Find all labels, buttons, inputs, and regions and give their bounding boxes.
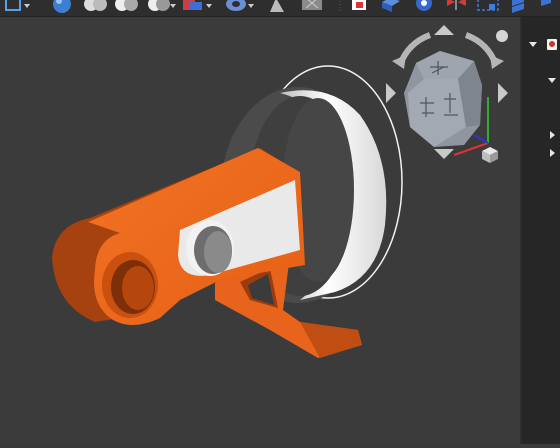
- section-icon[interactable]: [477, 0, 499, 11]
- tree-row-item[interactable]: [522, 145, 560, 161]
- torus-icon[interactable]: [226, 0, 254, 11]
- 3d-viewport[interactable]: [0, 17, 520, 444]
- boolean-cut-icon[interactable]: [115, 0, 138, 11]
- navigation-cube[interactable]: [378, 23, 518, 163]
- clipboard-icon[interactable]: [352, 0, 366, 10]
- nav-arrow-right-icon[interactable]: [498, 83, 508, 103]
- expand-arrow-icon[interactable]: [529, 42, 537, 47]
- select-box-icon[interactable]: [5, 0, 30, 11]
- sphere-icon[interactable]: [53, 0, 71, 13]
- toolbar-icons: [5, 0, 551, 13]
- tree-row-body[interactable]: [522, 73, 560, 89]
- nav-arrow-down-icon[interactable]: [434, 149, 454, 159]
- stack-icon-2[interactable]: [541, 0, 551, 6]
- boolean-union-icon[interactable]: [84, 0, 107, 11]
- upper-bore-inner: [204, 231, 232, 273]
- nav-arrow-left-icon[interactable]: [386, 83, 396, 103]
- document-icon: [547, 39, 557, 50]
- toolbar: [0, 0, 560, 17]
- expand-arrow-icon[interactable]: [548, 78, 556, 83]
- nav-arrow-up-icon[interactable]: [434, 25, 454, 35]
- revolve-icon[interactable]: [416, 0, 432, 11]
- lower-bore-inner: [122, 266, 154, 310]
- collapse-arrow-icon[interactable]: [550, 131, 555, 139]
- nav-menu-dot[interactable]: [496, 30, 508, 42]
- tree-row-item[interactable]: [522, 127, 560, 143]
- collapse-arrow-icon[interactable]: [550, 149, 555, 157]
- tree-row-document[interactable]: [522, 37, 560, 53]
- extrude-icon[interactable]: [382, 0, 400, 12]
- boolean-intersect-icon[interactable]: [148, 0, 176, 11]
- cube-body[interactable]: [404, 51, 482, 147]
- mirror-icon[interactable]: [447, 0, 466, 10]
- model-tree-panel: [522, 17, 560, 444]
- box-mesh-icon[interactable]: [302, 0, 322, 10]
- cone-icon[interactable]: [270, 0, 284, 12]
- stack-icon[interactable]: [512, 0, 524, 13]
- sweep-icon[interactable]: [183, 0, 212, 10]
